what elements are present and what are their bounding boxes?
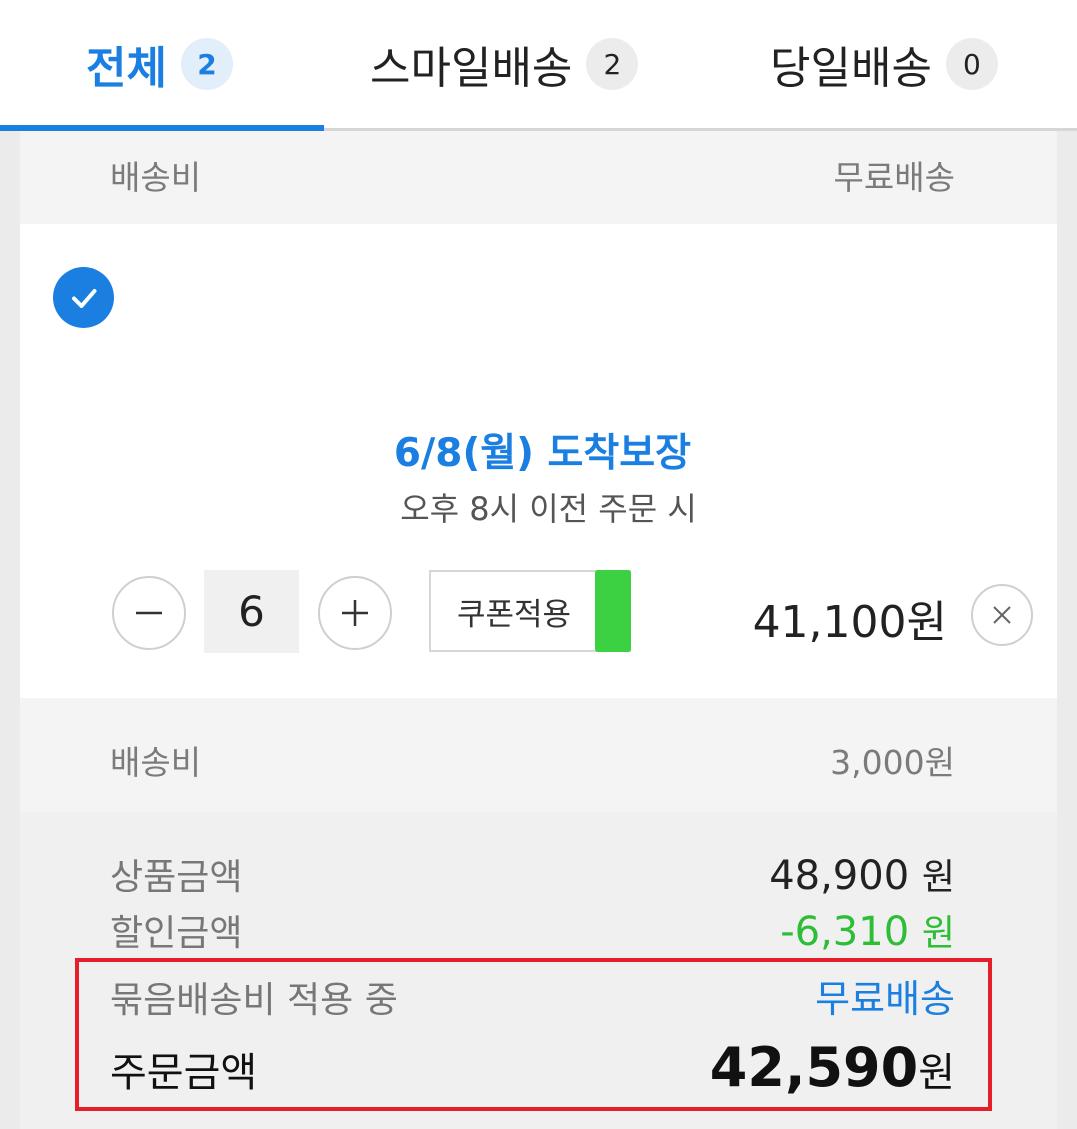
highlight-box xyxy=(75,958,992,1111)
shipping-fee-row: 배송비 3,000원 xyxy=(20,698,1057,812)
product-amount-number: 48,900 xyxy=(769,853,910,899)
tab-smile-delivery-label: 스마일배송 xyxy=(370,43,573,94)
close-icon xyxy=(993,606,1011,624)
shipping-fee-label: 배송비 xyxy=(110,743,202,782)
tab-all-count: 2 xyxy=(180,38,233,90)
prev-shipping-row: 배송비 무료배송 xyxy=(20,131,1057,224)
discount-amount-row: 할인금액 -6,310 원 xyxy=(110,904,955,956)
discount-amount-number: -6,310 xyxy=(780,909,910,955)
tab-smile-delivery[interactable]: 스마일배송 2 xyxy=(370,0,639,128)
coupon-apply-label: 쿠폰적용 xyxy=(456,596,572,633)
plus-icon xyxy=(342,600,368,626)
item-price: 41,100원 xyxy=(752,597,947,648)
arrival-guarantee: 6/8(월) 도착보장 xyxy=(393,431,692,476)
product-amount-label: 상품금액 xyxy=(110,857,243,898)
minus-icon xyxy=(136,611,162,615)
discount-amount-unit: 원 xyxy=(921,913,955,954)
remove-item-button[interactable] xyxy=(971,584,1033,646)
quantity-increase-button[interactable] xyxy=(318,576,392,650)
tab-smile-delivery-count: 2 xyxy=(586,38,639,90)
product-amount-value: 48,900 원 xyxy=(769,848,955,900)
item-select-checkbox[interactable] xyxy=(53,267,114,328)
delivery-tabs: 전체 2 스마일배송 2 당일배송 0 xyxy=(0,0,1077,131)
discount-amount-value: -6,310 원 xyxy=(780,904,955,956)
quantity-decrease-button[interactable] xyxy=(112,576,186,650)
product-amount-unit: 원 xyxy=(921,857,955,898)
discount-amount-label: 할인금액 xyxy=(110,913,243,954)
tab-all-label: 전체 xyxy=(86,43,167,94)
coupon-apply-button[interactable]: 쿠폰적용 xyxy=(429,570,631,652)
product-amount-row: 상품금액 48,900 원 xyxy=(110,848,955,900)
tab-all[interactable]: 전체 2 xyxy=(86,0,233,128)
tab-same-day-count: 0 xyxy=(945,38,998,90)
coupon-tag xyxy=(595,570,631,652)
arrival-condition: 오후 8시 이전 주문 시 xyxy=(400,490,697,528)
prev-shipping-value: 무료배송 xyxy=(833,158,955,197)
prev-shipping-label: 배송비 xyxy=(110,158,202,197)
quantity-value[interactable]: 6 xyxy=(204,570,299,653)
checkmark-icon xyxy=(71,288,96,308)
tab-same-day[interactable]: 당일배송 0 xyxy=(770,0,998,128)
tab-same-day-label: 당일배송 xyxy=(770,43,932,94)
shipping-fee-value: 3,000원 xyxy=(830,743,955,782)
